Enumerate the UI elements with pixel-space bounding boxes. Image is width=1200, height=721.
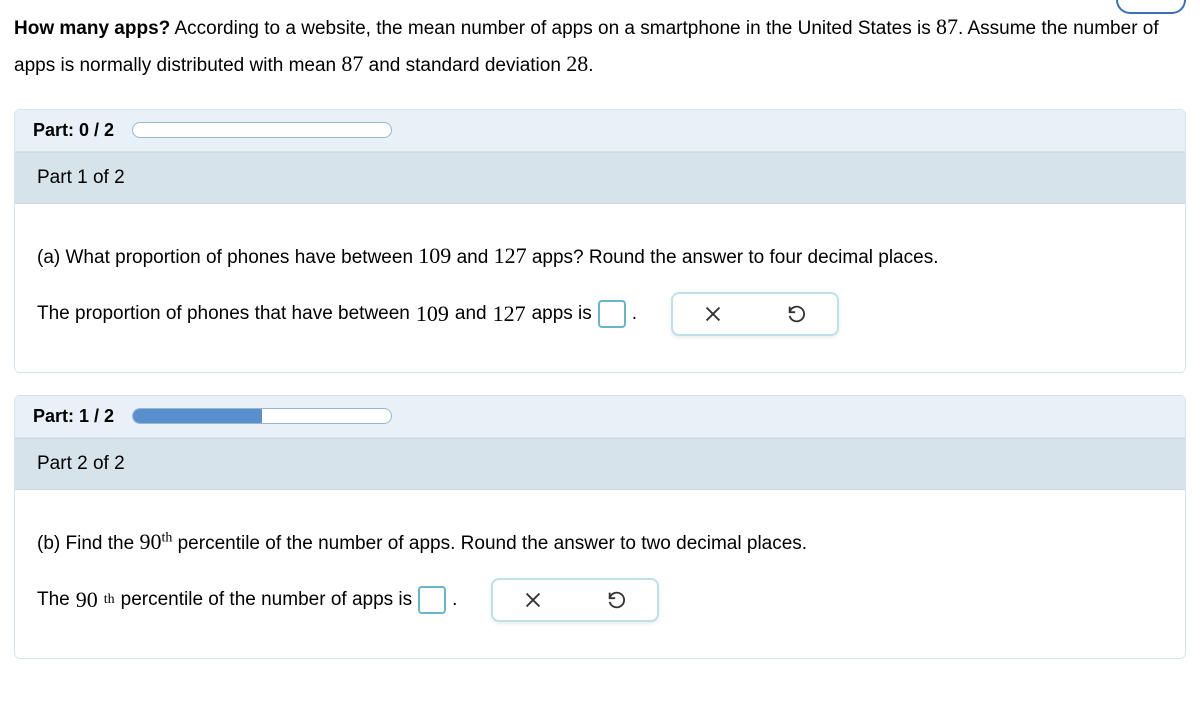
- reset-button[interactable]: [605, 588, 629, 612]
- part2-answer-input[interactable]: [418, 586, 446, 614]
- progress-track-2: [132, 408, 392, 424]
- part2-body: (b) Find the 90th percentile of the numb…: [15, 490, 1185, 658]
- progress-track-1: [132, 122, 392, 138]
- progress-label-2: Part: 1 / 2: [33, 406, 114, 427]
- part2-toolbox: [491, 578, 659, 622]
- part2-header: Part 2 of 2: [15, 438, 1185, 490]
- question-stem: How many apps? According to a website, t…: [14, 8, 1186, 83]
- part1-answer-line: The proportion of phones that have betwe…: [37, 292, 1163, 336]
- x-icon: [522, 589, 544, 611]
- part2-panel: Part: 1 / 2 Part 2 of 2 (b) Find the 90t…: [14, 395, 1186, 659]
- part1-panel: Part: 0 / 2 Part 1 of 2 (a) What proport…: [14, 109, 1186, 373]
- part2-answer-line: The 90th percentile of the number of app…: [37, 578, 1163, 622]
- part1-toolbox: [671, 292, 839, 336]
- part2-question: (b) Find the 90th percentile of the numb…: [37, 520, 1163, 564]
- progress-fill-2: [133, 409, 262, 423]
- part1-question: (a) What proportion of phones have betwe…: [37, 234, 1163, 278]
- part1-header: Part 1 of 2: [15, 152, 1185, 204]
- x-icon: [702, 303, 724, 325]
- progress-row-2: Part: 1 / 2: [15, 396, 1185, 438]
- progress-row-1: Part: 0 / 2: [15, 110, 1185, 152]
- clear-button[interactable]: [521, 588, 545, 612]
- clear-button[interactable]: [701, 302, 725, 326]
- undo-icon: [606, 589, 628, 611]
- stem-lead: How many apps?: [14, 18, 170, 39]
- part1-answer-input[interactable]: [598, 300, 626, 328]
- undo-icon: [786, 303, 808, 325]
- language-toggle-stub[interactable]: [1116, 0, 1186, 14]
- progress-label-1: Part: 0 / 2: [33, 120, 114, 141]
- reset-button[interactable]: [785, 302, 809, 326]
- part1-body: (a) What proportion of phones have betwe…: [15, 204, 1185, 372]
